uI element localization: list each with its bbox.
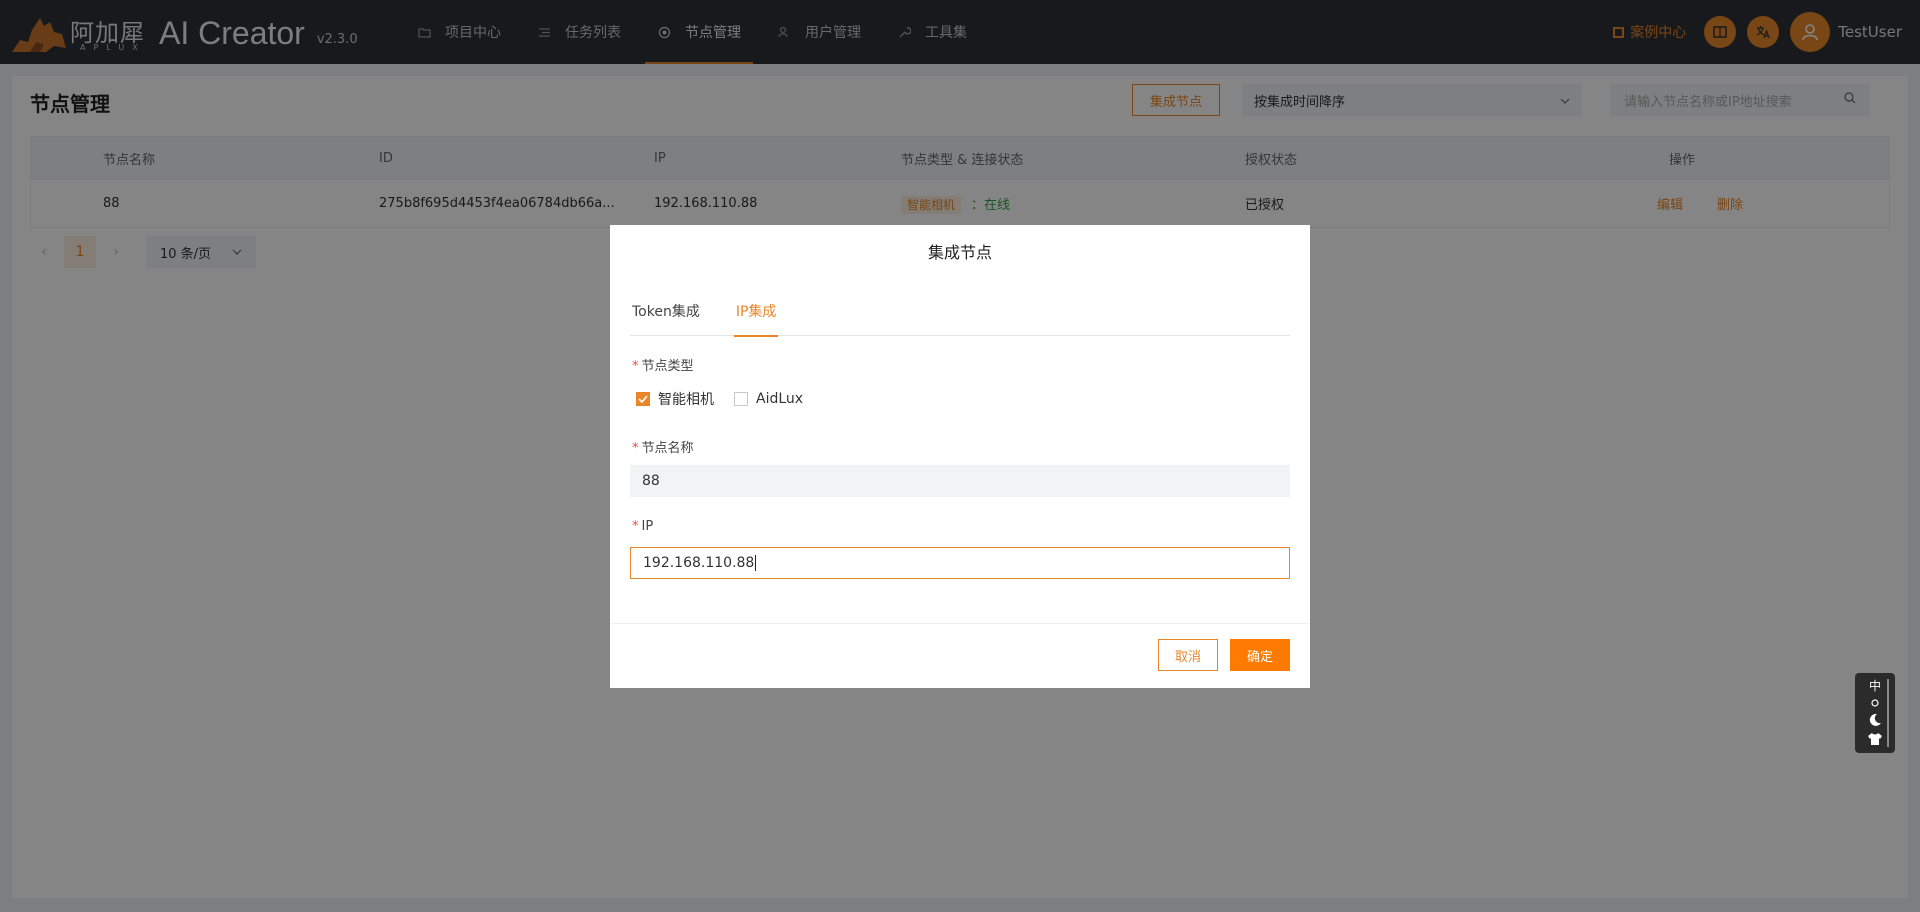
node-type-label-text: 节点类型 — [641, 359, 694, 374]
dialog-footer-divider — [610, 623, 1310, 624]
ip-value: 192.168.110.88 — [643, 555, 755, 571]
node-name-field[interactable]: 88 — [630, 465, 1290, 497]
moon-icon[interactable] — [1868, 713, 1882, 732]
check-icon — [638, 395, 648, 403]
ip-label: * IP — [632, 519, 653, 534]
checkbox-checked[interactable] — [636, 392, 650, 406]
required-mark: * — [632, 519, 639, 534]
language-toggle[interactable]: 中 — [1869, 677, 1881, 695]
dialog-title: 集成节点 — [927, 243, 992, 262]
checkbox-unchecked[interactable] — [734, 392, 748, 406]
tab-ip[interactable]: IP集成 — [733, 300, 779, 337]
node-type-label: * 节点类型 — [632, 355, 694, 374]
required-mark: * — [632, 441, 639, 456]
node-name-label-text: 节点名称 — [641, 441, 694, 456]
node-type-options: 智能相机 AidLux — [636, 389, 823, 409]
option-label: 智能相机 — [658, 392, 714, 408]
option-smart-camera[interactable]: 智能相机 — [636, 389, 714, 409]
shirt-icon[interactable] — [1867, 732, 1883, 751]
option-label: AidLux — [756, 391, 804, 407]
integrate-node-dialog: 集成节点 Token集成 IP集成 * 节点类型 智能相机 AidLux * 节点名… — [610, 225, 1310, 688]
ip-field[interactable]: 192.168.110.88 — [630, 547, 1290, 579]
node-name-value: 88 — [642, 473, 660, 489]
settings-icon[interactable] — [1870, 695, 1880, 713]
confirm-button[interactable]: 确定 — [1230, 639, 1290, 671]
floating-toolbar: 中 — [1855, 673, 1895, 753]
required-mark: * — [632, 359, 639, 374]
text-caret — [755, 555, 757, 571]
option-aidlux[interactable]: AidLux — [734, 391, 803, 407]
scroll-bar — [1887, 679, 1889, 747]
ip-label-text: IP — [641, 519, 654, 534]
tab-token[interactable]: Token集成 — [630, 300, 702, 336]
cancel-button[interactable]: 取消 — [1158, 639, 1218, 671]
node-name-label: * 节点名称 — [632, 437, 694, 456]
integration-tabs: Token集成 IP集成 — [630, 300, 1290, 337]
